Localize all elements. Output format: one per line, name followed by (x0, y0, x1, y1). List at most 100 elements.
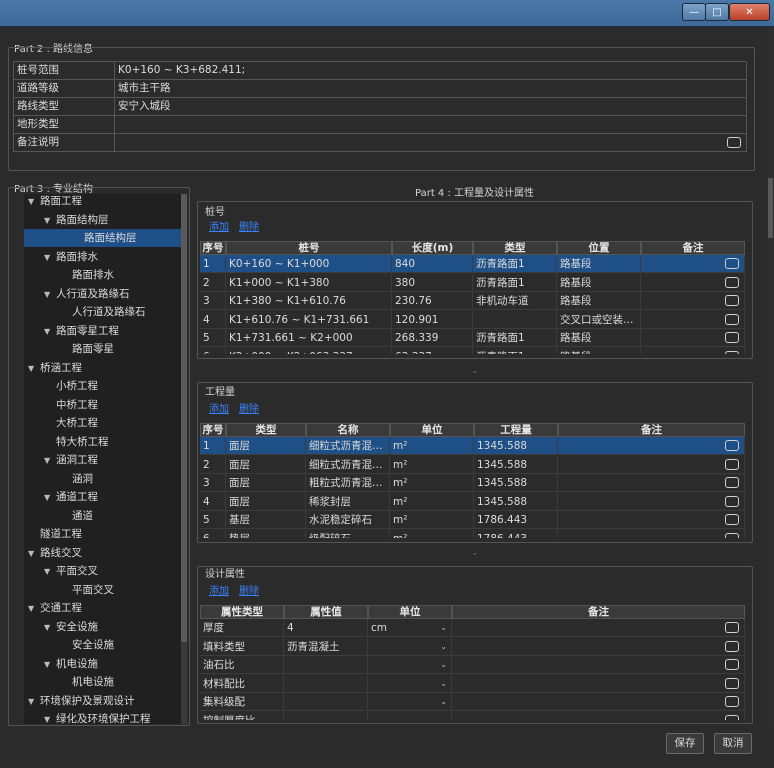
cancel-button[interactable]: 取消 (714, 733, 752, 754)
chevron-down-icon[interactable]: ▼ (44, 249, 56, 267)
remark-checkbox-icon[interactable] (725, 440, 739, 451)
route-info-value[interactable]: 安宁入城段 (115, 98, 747, 116)
stake-cell[interactable] (473, 310, 557, 329)
tree-item[interactable]: ▼ 路面排水 (44, 248, 98, 266)
design-row[interactable]: 填料类型 沥青混凝土 ⌄ (200, 637, 745, 656)
stake-cell[interactable]: 路基段 (557, 273, 641, 292)
tree-item[interactable]: 人行道及路缘石 (60, 303, 146, 321)
tree-item[interactable]: ▼ 交通工程 (28, 599, 82, 617)
remark-checkbox-icon[interactable] (725, 532, 739, 538)
quantity-cell[interactable]: 粗粒式沥青混… (306, 474, 390, 492)
design-cell[interactable] (452, 711, 745, 720)
design-row[interactable]: 厚度 4 cm ⌄ (200, 619, 745, 637)
remark-checkbox-icon[interactable] (725, 458, 739, 470)
minimize-button[interactable]: — (682, 3, 706, 21)
quantity-cell[interactable]: 级配碎石 (306, 529, 390, 538)
remark-checkbox-icon[interactable] (725, 514, 739, 525)
stake-cell[interactable]: 沥青路面1 (473, 329, 557, 347)
remark-checkbox-icon[interactable] (725, 659, 739, 670)
remark-checkbox-icon[interactable] (725, 714, 739, 720)
design-cell[interactable] (452, 637, 745, 656)
design-cell[interactable]: ⌄ (368, 711, 452, 720)
tree-item[interactable]: 大桥工程 (44, 414, 98, 432)
design-cell[interactable] (284, 711, 368, 720)
stake-cell[interactable] (641, 292, 745, 310)
stake-cell[interactable]: 路基段 (557, 347, 641, 354)
chevron-down-icon[interactable]: ▼ (44, 619, 56, 637)
stake-row[interactable]: 4 K1+610.76 ~ K1+731.661 120.901 交叉口或空装… (200, 310, 745, 329)
route-info-value[interactable] (115, 134, 747, 152)
stake-cell[interactable]: 120.901 (392, 310, 473, 329)
design-row[interactable]: 控制厚度比 ⌄ (200, 711, 745, 720)
stake-delete-link[interactable]: 删除 (239, 218, 259, 233)
design-cell[interactable]: cm ⌄ (368, 619, 452, 637)
chevron-down-icon[interactable]: ▼ (28, 693, 40, 711)
quantity-cell[interactable]: 1345.588 (474, 474, 558, 492)
tree-item[interactable]: 机电设施 (60, 673, 114, 691)
tree-item[interactable]: ▼ 涵洞工程 (44, 451, 98, 469)
design-cell[interactable]: ⌄ (368, 674, 452, 693)
tree-item[interactable]: 路面零星 (60, 340, 114, 358)
dropdown-arrow-icon[interactable]: ⌄ (440, 693, 447, 710)
tree-item[interactable]: 中桥工程 (44, 396, 98, 414)
quantity-cell[interactable]: 细粒式沥青混… (306, 437, 390, 455)
tree-item[interactable]: 通道 (60, 507, 93, 525)
route-info-value[interactable]: K0+160 ~ K3+682.411; (115, 62, 747, 80)
quantity-cell[interactable] (558, 474, 745, 492)
stake-cell[interactable]: 沥青路面1 (473, 347, 557, 354)
tree-scrollbar[interactable] (181, 194, 187, 724)
design-cell[interactable] (284, 674, 368, 693)
window-scrollbar[interactable] (767, 28, 774, 728)
design-cell[interactable] (284, 656, 368, 674)
quantity-cell[interactable]: 面层 (226, 455, 306, 474)
chevron-down-icon[interactable]: ▼ (44, 656, 56, 674)
quantity-add-link[interactable]: 添加 (209, 400, 229, 415)
design-cell[interactable] (284, 693, 368, 711)
tree-item[interactable]: ▼ 绿化及环境保护工程 (44, 710, 151, 724)
quantity-cell[interactable] (558, 492, 745, 511)
tree-item[interactable]: ▼ 安全设施 (44, 618, 98, 636)
stake-cell[interactable]: 路基段 (557, 292, 641, 310)
stake-cell[interactable]: 路基段 (557, 329, 641, 347)
tree-item[interactable]: 路面结构层 (24, 229, 181, 247)
quantity-cell[interactable]: 1786.443 (474, 511, 558, 529)
stake-cell[interactable]: K1+731.661 ~ K2+000 (226, 329, 392, 347)
stake-cell[interactable]: 路基段 (557, 255, 641, 273)
quantity-cell[interactable]: m² (390, 511, 474, 529)
remark-checkbox-icon[interactable] (725, 258, 739, 269)
stake-cell[interactable]: K1+380 ~ K1+610.76 (226, 292, 392, 310)
quantity-row[interactable]: 6垫层级配碎石m²1786.443 (200, 529, 745, 538)
tree-item[interactable]: 路面排水 (60, 266, 114, 284)
quantity-cell[interactable]: m² (390, 529, 474, 538)
design-cell[interactable]: 沥青混凝土 (284, 637, 368, 656)
design-delete-link[interactable]: 删除 (239, 582, 259, 597)
chevron-down-icon[interactable]: ▼ (44, 711, 56, 724)
remark-checkbox-icon[interactable] (725, 350, 739, 354)
remark-checkbox-icon[interactable] (725, 313, 739, 325)
stake-cell[interactable]: 230.76 (392, 292, 473, 310)
chevron-down-icon[interactable]: ▼ (44, 563, 56, 581)
quantity-cell[interactable]: 垫层 (226, 529, 306, 538)
quantity-cell[interactable]: 1786.443 (474, 529, 558, 538)
stake-cell[interactable]: 380 (392, 273, 473, 292)
quantity-cell[interactable]: 基层 (226, 511, 306, 529)
stake-cell[interactable]: K2+000 ~ K2+063.337 (226, 347, 392, 354)
save-button[interactable]: 保存 (666, 733, 704, 754)
remark-checkbox-icon[interactable] (725, 276, 739, 288)
stake-cell[interactable]: 268.339 (392, 329, 473, 347)
tree-item[interactable]: ▼ 路面零星工程 (44, 322, 119, 340)
design-cell[interactable]: ⌄ (368, 656, 452, 674)
stake-cell[interactable]: K1+000 ~ K1+380 (226, 273, 392, 292)
remark-checkbox-icon[interactable] (725, 495, 739, 507)
remark-checkbox-icon[interactable] (725, 696, 739, 707)
stake-cell[interactable]: 840 (392, 255, 473, 273)
tree-item[interactable]: ▼ 环境保护及景观设计 (28, 692, 135, 710)
chevron-down-icon[interactable]: ▼ (28, 194, 40, 211)
stake-cell[interactable]: 沥青路面1 (473, 273, 557, 292)
tree-item[interactable]: ▼ 平面交叉 (44, 562, 98, 580)
design-row[interactable]: 集料级配 ⌄ (200, 693, 745, 711)
dropdown-arrow-icon[interactable]: ⌄ (440, 656, 447, 673)
quantity-cell[interactable]: 水泥稳定碎石 (306, 511, 390, 529)
remark-checkbox-icon[interactable] (725, 640, 739, 652)
design-row[interactable]: 油石比 ⌄ (200, 656, 745, 674)
